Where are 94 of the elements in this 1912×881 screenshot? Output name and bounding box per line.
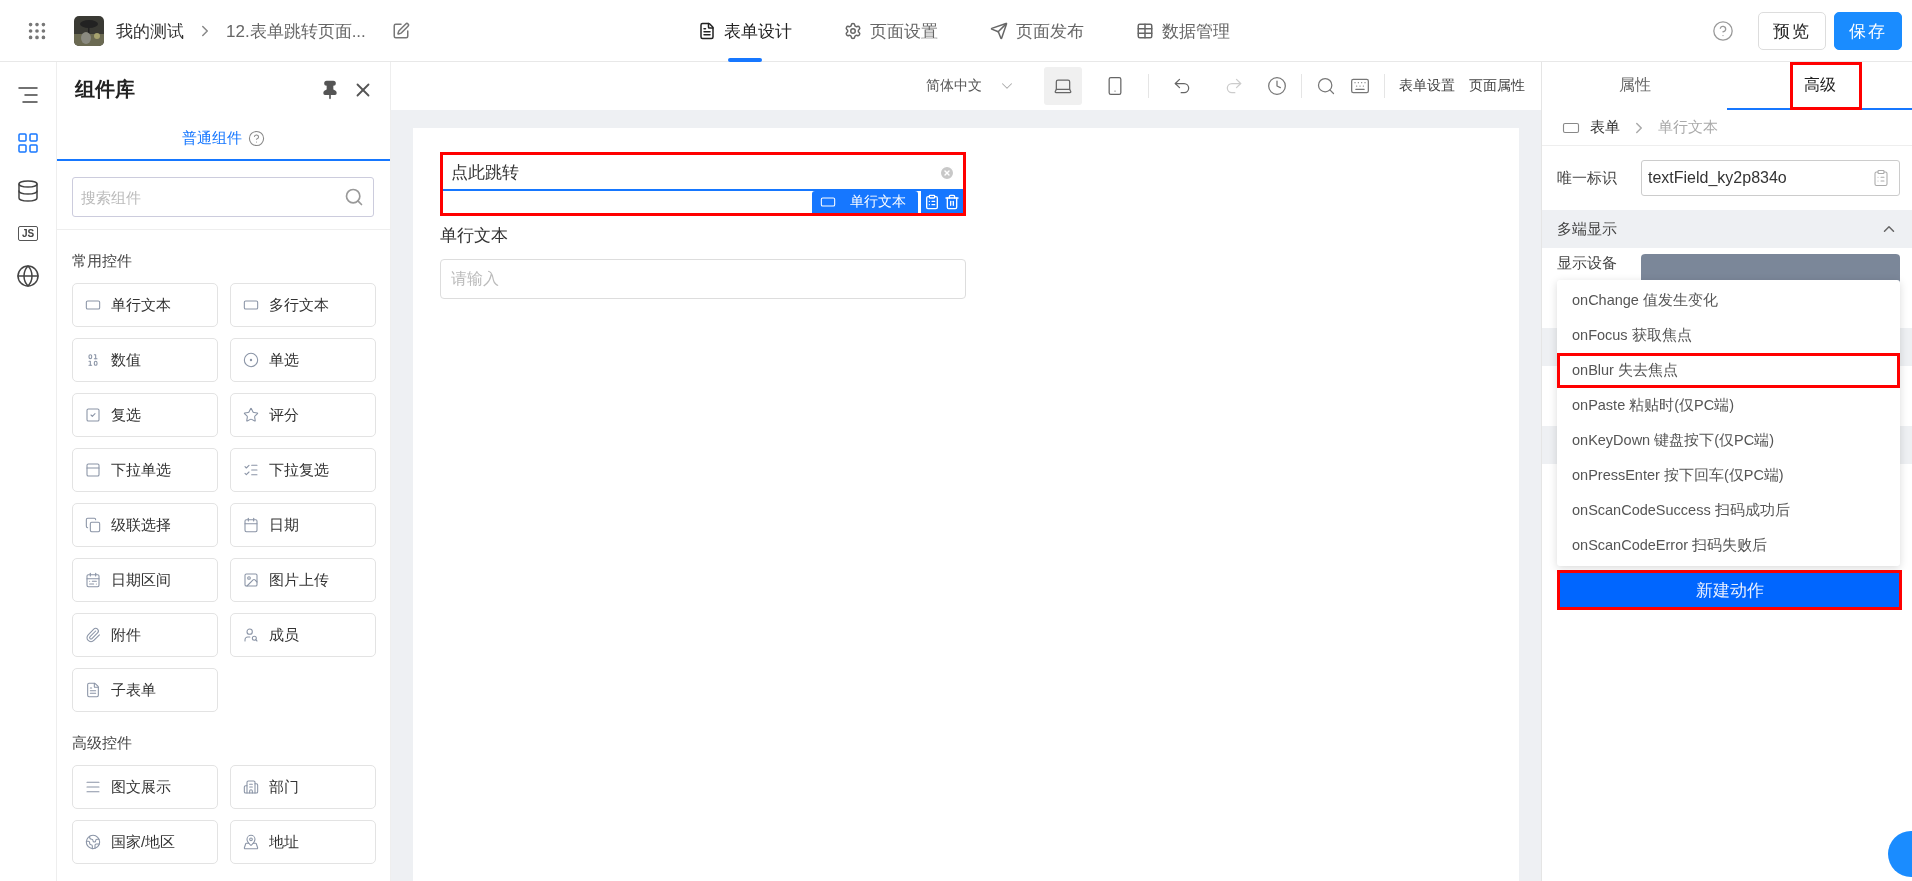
building-icon: [243, 779, 259, 796]
checkbox-icon: [85, 407, 101, 424]
user-search-icon: [243, 627, 259, 644]
menu-item[interactable]: onScanCodeError 扫码失败后: [1557, 528, 1900, 563]
breadcrumb-current: 单行文本: [1658, 118, 1718, 137]
history-icon[interactable]: [1267, 76, 1287, 96]
selection-frame[interactable]: 点此跳转 单行文本: [440, 152, 966, 216]
copy-icon[interactable]: [924, 194, 940, 210]
map-icon: [243, 834, 259, 851]
database-icon[interactable]: [15, 178, 41, 204]
tag-label: 单行文本: [850, 193, 906, 211]
keyboard-icon[interactable]: [1350, 76, 1370, 96]
menu-item[interactable]: onScanCodeSuccess 扫码成功后: [1557, 493, 1900, 528]
id-field[interactable]: textField_ky2p834o: [1641, 160, 1900, 196]
inspector-tab[interactable]: 属性: [1542, 62, 1727, 110]
field-label: 单行文本: [440, 225, 509, 247]
globe-icon[interactable]: [15, 263, 41, 289]
document-icon: [85, 682, 101, 699]
section-title: 常用控件: [72, 252, 133, 272]
inspector-tab[interactable]: 高级: [1727, 62, 1912, 110]
apps-icon[interactable]: [26, 20, 48, 42]
menu-item[interactable]: onPaste 粘贴时(仅PC端): [1557, 388, 1900, 423]
section-header[interactable]: 多端显示: [1542, 210, 1912, 248]
star-icon: [243, 407, 259, 424]
menu-item[interactable]: onFocus 获取焦点: [1557, 318, 1900, 353]
library-tab[interactable]: 普通组件: [182, 128, 242, 148]
component-item[interactable]: 地址: [230, 820, 376, 865]
help-icon[interactable]: [1712, 20, 1734, 42]
send-icon: [990, 22, 1008, 40]
component-item[interactable]: 单行文本: [72, 283, 218, 328]
radio-icon: [243, 352, 259, 369]
menu-item[interactable]: onPressEnter 按下回车(仅PC端): [1557, 458, 1900, 493]
help-icon[interactable]: [248, 129, 265, 147]
component-item[interactable]: 数值: [72, 338, 218, 383]
component-item[interactable]: 评分: [230, 393, 376, 438]
component-item[interactable]: 图文展示: [72, 765, 218, 810]
cascade-icon: [85, 517, 101, 534]
copy-icon[interactable]: [1872, 169, 1890, 187]
field-label: 唯一标识: [1557, 168, 1617, 188]
app-name[interactable]: 我的测试: [116, 19, 184, 43]
search-field[interactable]: 搜索组件: [72, 177, 374, 218]
number-icon: [85, 352, 101, 369]
top-tab[interactable]: 页面发布: [984, 0, 1090, 62]
document-icon: [698, 22, 716, 40]
dropdown-icon: [85, 462, 101, 479]
js-button[interactable]: JS: [17, 226, 39, 241]
panel-title: 组件库: [75, 77, 136, 103]
section-title: 高级控件: [72, 734, 133, 754]
component-item[interactable]: 日期区间: [72, 558, 218, 603]
top-tab[interactable]: 页面设置: [838, 0, 944, 62]
preview-button[interactable]: 预览: [1758, 12, 1826, 50]
toolbar-link[interactable]: 表单设置: [1399, 77, 1455, 95]
top-tab[interactable]: 表单设计: [692, 0, 798, 62]
globe-icon: [85, 834, 101, 851]
field-label: 显示设备: [1557, 254, 1617, 273]
component-item[interactable]: 复选: [72, 393, 218, 438]
component-item[interactable]: 多行文本: [230, 283, 376, 328]
menu-item[interactable]: onChange 值发生变化: [1557, 283, 1900, 318]
component-item[interactable]: 国家/地区: [72, 820, 218, 865]
component-item[interactable]: 图片上传: [230, 558, 376, 603]
search-icon: [344, 187, 364, 208]
component-item[interactable]: 单选: [230, 338, 376, 383]
menu-item[interactable]: onKeyDown 键盘按下(仅PC端): [1557, 423, 1900, 458]
delete-icon[interactable]: [944, 194, 960, 210]
image-icon: [243, 572, 259, 589]
pin-icon[interactable]: [320, 79, 340, 100]
rectangle-icon: [820, 194, 836, 210]
search-icon[interactable]: [1316, 76, 1336, 96]
language-select[interactable]: 简体中文: [920, 76, 1022, 96]
page-name: 12.表单跳转页面...: [226, 20, 366, 43]
grid-icon[interactable]: [15, 130, 41, 156]
component-item[interactable]: 部门: [230, 765, 376, 810]
top-tab[interactable]: 数据管理: [1130, 0, 1236, 62]
component-item[interactable]: 日期: [230, 503, 376, 548]
input-field[interactable]: 请输入: [440, 259, 966, 299]
paperclip-icon: [85, 627, 101, 644]
redo-icon: [1224, 76, 1244, 96]
new-action-button[interactable]: 新建动作: [1557, 570, 1902, 610]
calendar-icon: [243, 517, 259, 534]
component-item[interactable]: 成员: [230, 613, 376, 658]
component-item[interactable]: 子表单: [72, 668, 218, 713]
table-icon: [1136, 22, 1154, 40]
component-item[interactable]: 下拉复选: [230, 448, 376, 493]
desktop-button[interactable]: [1044, 67, 1082, 105]
edit-icon[interactable]: [391, 22, 410, 40]
undo-icon: [1172, 76, 1192, 96]
menu-item[interactable]: onBlur 失去焦点: [1557, 353, 1900, 388]
component-item[interactable]: 级联选择: [72, 503, 218, 548]
toolbar-link[interactable]: 页面属性: [1469, 77, 1525, 95]
settings-icon: [844, 22, 862, 40]
breadcrumb-link[interactable]: 表单: [1590, 118, 1620, 137]
component-item[interactable]: 下拉单选: [72, 448, 218, 493]
calendar-icon: [85, 572, 101, 589]
component-item[interactable]: 附件: [72, 613, 218, 658]
